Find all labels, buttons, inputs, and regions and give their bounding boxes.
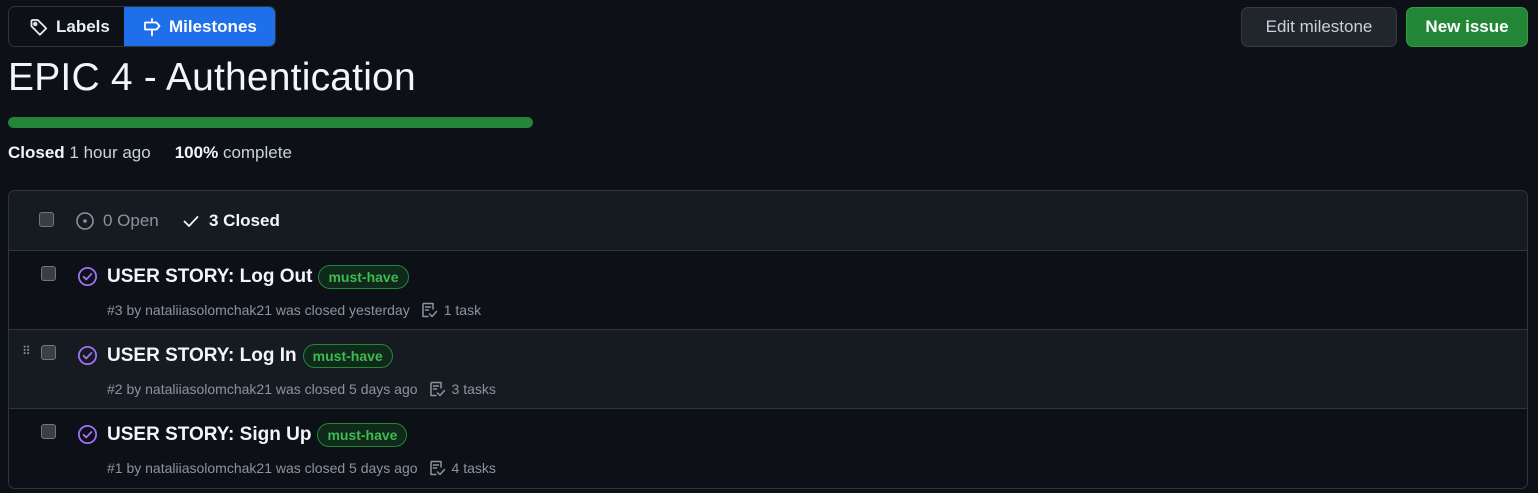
milestone-meta: Closed 1 hour ago 100% complete	[8, 143, 292, 163]
issues-list: 0 Open 3 Closed USER STORY: Log Out must…	[8, 190, 1528, 489]
milestone-title: EPIC 4 - Authentication	[8, 56, 416, 99]
issue-meta-text: #1 by nataliiasolomchak21 was closed 5 d…	[107, 460, 418, 476]
issue-label-badge[interactable]: must-have	[302, 344, 393, 368]
issue-title-link[interactable]: USER STORY: Sign Up	[107, 424, 311, 446]
select-all-checkbox[interactable]	[39, 212, 54, 227]
labels-tab[interactable]: Labels	[9, 7, 124, 46]
open-issues-label: 0 Open	[103, 211, 159, 230]
issue-open-icon	[76, 212, 94, 230]
issue-tasks: 4 tasks	[428, 459, 496, 477]
issues-list-header: 0 Open 3 Closed	[9, 191, 1527, 251]
milestone-progress-fill	[8, 117, 533, 128]
task-list-icon	[429, 460, 445, 476]
issue-closed-icon	[77, 345, 98, 366]
task-list-icon	[429, 381, 445, 397]
labels-tab-label: Labels	[56, 16, 110, 36]
tag-icon	[30, 18, 48, 36]
drag-handle-icon[interactable]: ⠿	[22, 345, 32, 362]
milestone-complete-text: complete	[222, 143, 292, 162]
issue-closed-icon	[77, 266, 98, 287]
milestones-tab[interactable]: Milestones	[124, 7, 275, 46]
issue-meta: #1 by nataliiasolomchak21 was closed 5 d…	[107, 459, 496, 477]
issue-title-wrap: USER STORY: Sign Up must-have	[107, 423, 408, 447]
issue-tasks-label: 3 tasks	[451, 381, 496, 397]
open-issues-filter[interactable]: 0 Open	[75, 211, 159, 231]
milestone-progress-bar	[8, 117, 533, 128]
milestones-tab-label: Milestones	[169, 16, 257, 36]
issue-row[interactable]: USER STORY: Sign Up must-have #1 by nata…	[9, 409, 1527, 488]
issue-meta: #2 by nataliiasolomchak21 was closed 5 d…	[107, 380, 496, 398]
milestone-page: Labels Milestones Edit milestone New iss…	[0, 0, 1538, 493]
edit-milestone-button[interactable]: Edit milestone	[1241, 7, 1397, 47]
milestone-closed-time: 1 hour ago	[69, 143, 151, 162]
labels-milestones-toggle: Labels Milestones	[8, 6, 276, 47]
issue-title-link[interactable]: USER STORY: Log In	[107, 345, 297, 367]
milestone-signpost-icon	[144, 17, 161, 36]
issue-meta-text: #3 by nataliiasolomchak21 was closed yes…	[107, 302, 410, 318]
issue-title-wrap: USER STORY: Log Out must-have	[107, 265, 409, 289]
check-icon	[183, 216, 199, 227]
issue-meta-text: #2 by nataliiasolomchak21 was closed 5 d…	[107, 381, 418, 397]
milestone-percent: 100%	[174, 143, 219, 162]
issue-title-link[interactable]: USER STORY: Log Out	[107, 266, 312, 288]
issue-tasks: 3 tasks	[428, 380, 496, 398]
new-issue-button[interactable]: New issue	[1406, 7, 1528, 47]
milestone-status: Closed	[8, 143, 65, 162]
milestone-completion: 100% complete	[175, 143, 292, 163]
issue-label-badge[interactable]: must-have	[318, 265, 409, 289]
issue-tasks: 1 task	[420, 301, 481, 319]
issue-meta: #3 by nataliiasolomchak21 was closed yes…	[107, 301, 481, 319]
issue-checkbox[interactable]	[41, 424, 56, 439]
closed-issues-filter[interactable]: 3 Closed	[181, 211, 280, 231]
issue-checkbox[interactable]	[41, 266, 56, 281]
issue-row[interactable]: ⠿ USER STORY: Log In must-have #2 by nat…	[9, 330, 1527, 409]
issue-row[interactable]: USER STORY: Log Out must-have #3 by nata…	[9, 251, 1527, 330]
task-list-icon	[421, 302, 437, 318]
issue-tasks-label: 4 tasks	[451, 460, 496, 476]
closed-issues-label: 3 Closed	[209, 211, 280, 230]
milestone-closed-info: Closed 1 hour ago	[8, 143, 151, 163]
issue-tasks-label: 1 task	[443, 302, 482, 318]
issue-title-wrap: USER STORY: Log In must-have	[107, 344, 393, 368]
issue-closed-icon	[77, 424, 98, 445]
issue-label-badge[interactable]: must-have	[317, 423, 408, 447]
issue-checkbox[interactable]	[41, 345, 56, 360]
